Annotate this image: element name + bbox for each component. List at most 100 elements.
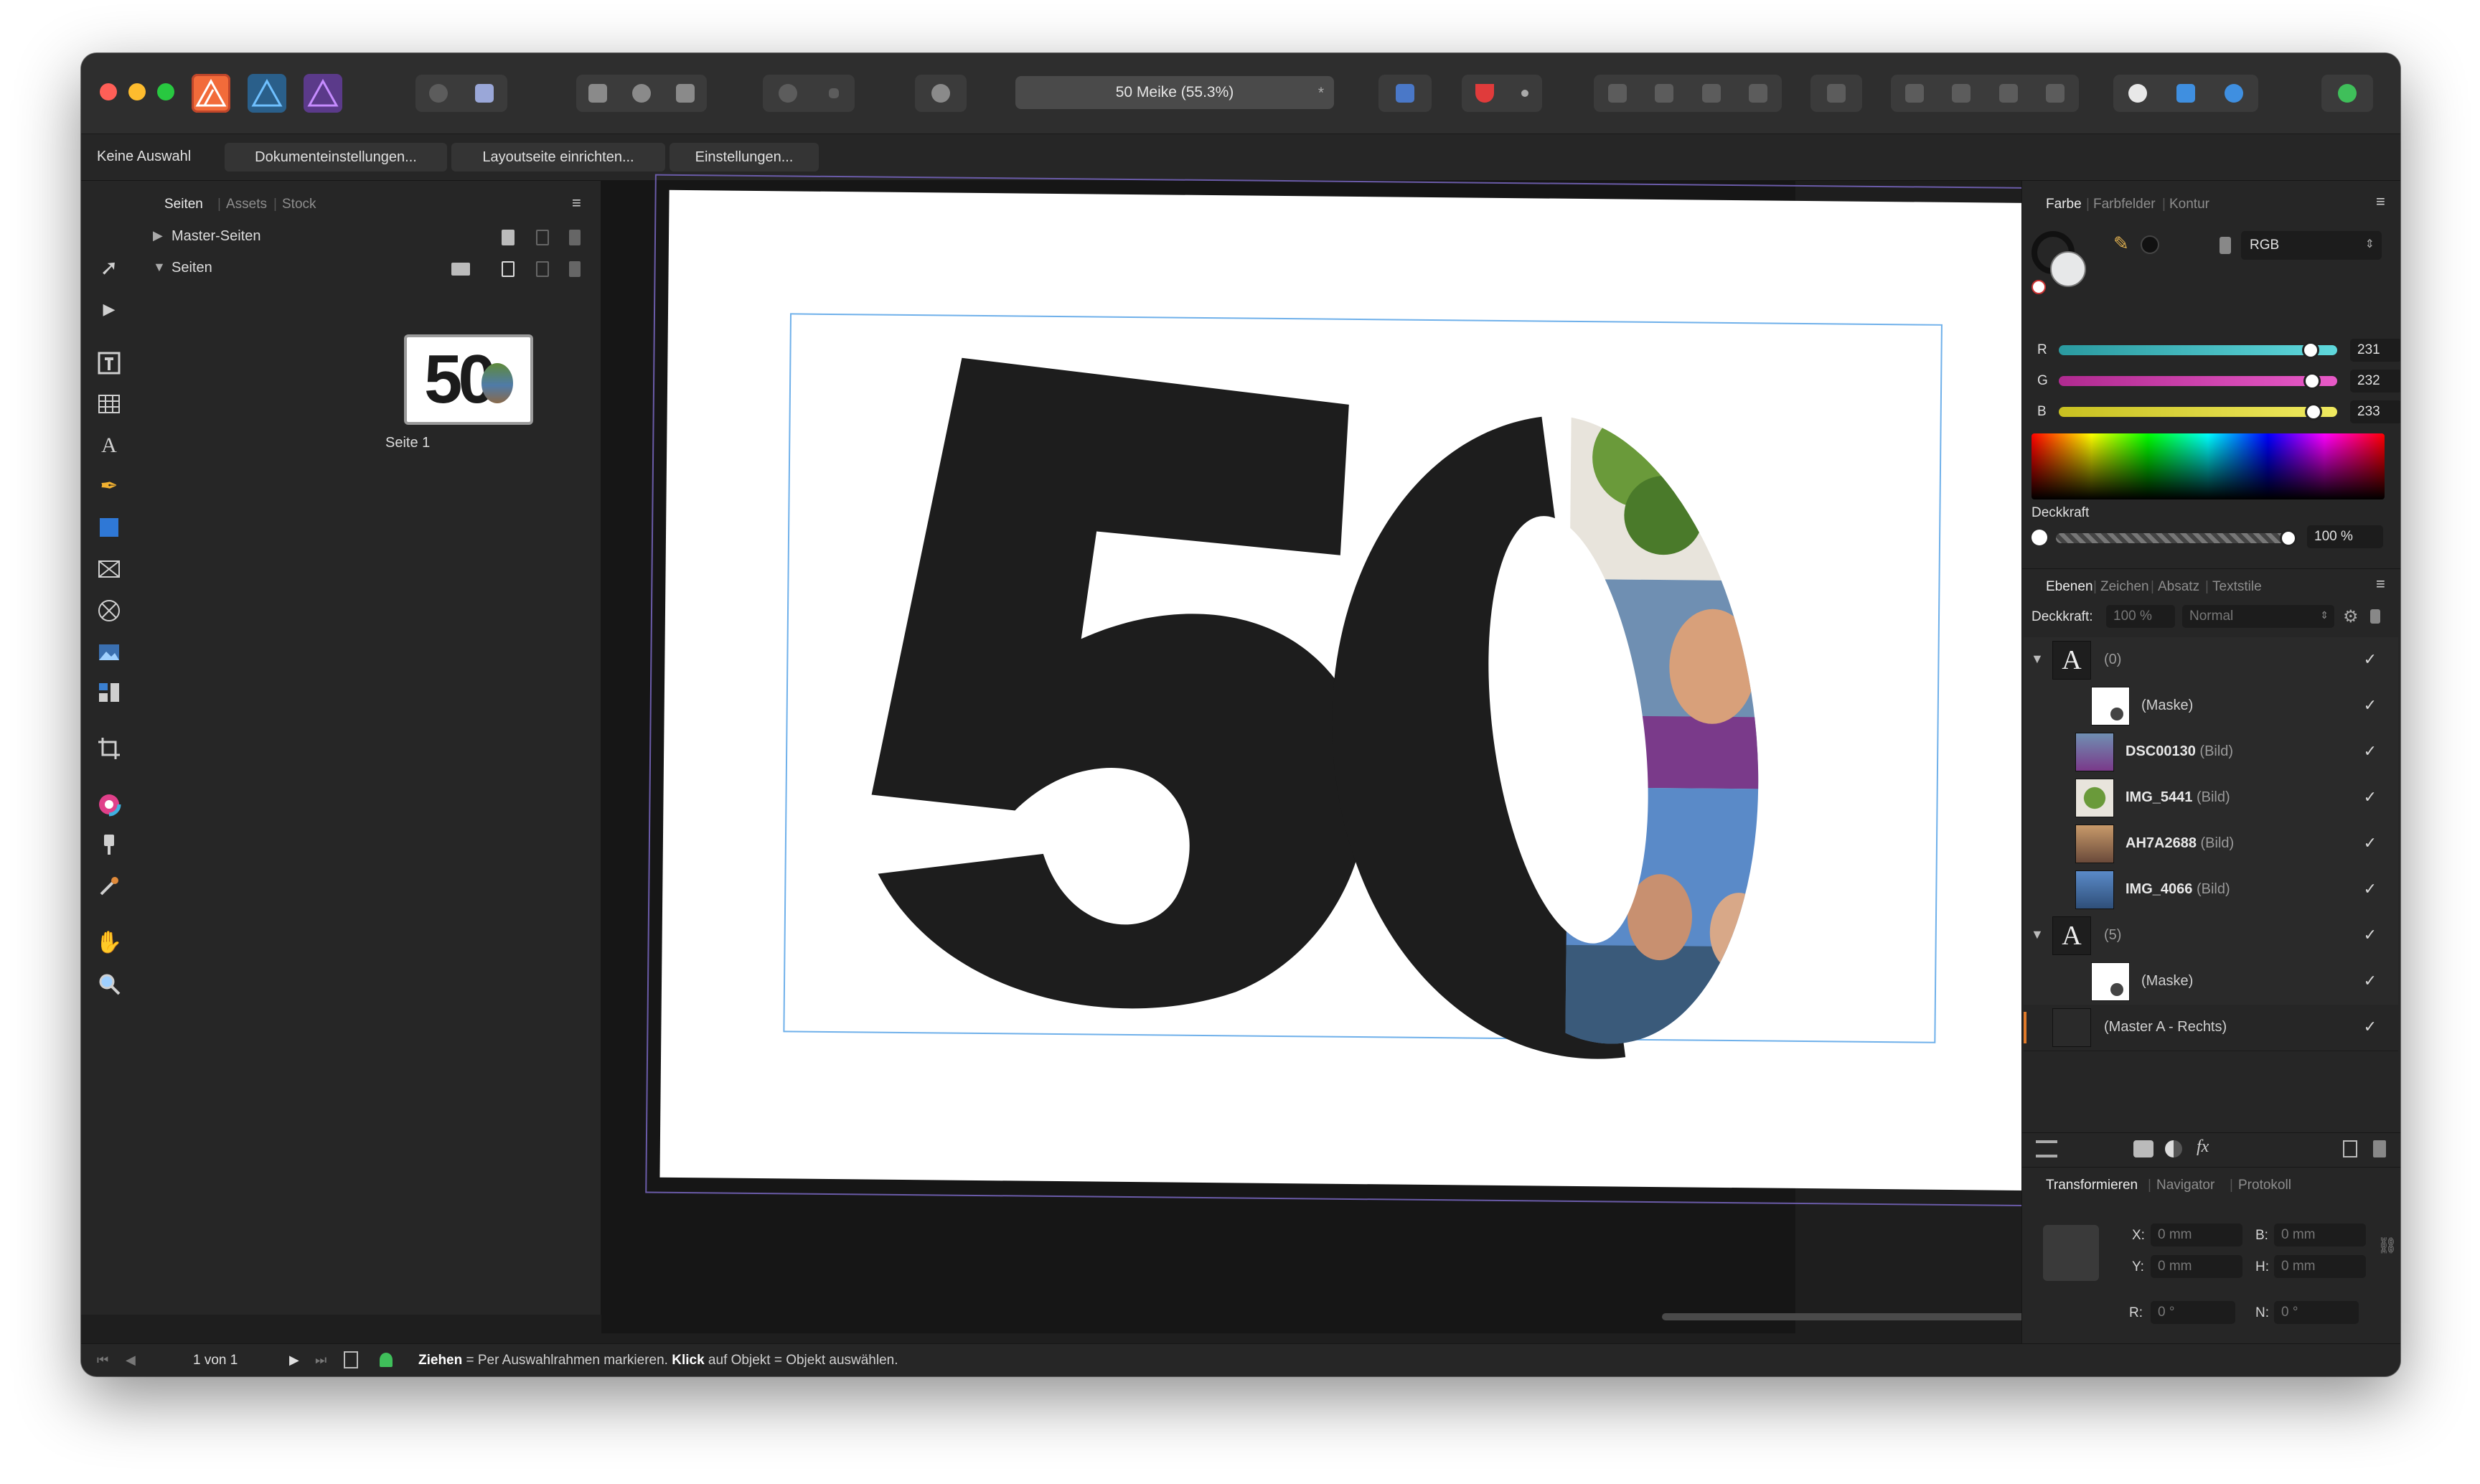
visibility-checkbox[interactable]: ✓	[2364, 972, 2377, 990]
collapse-triangle-icon[interactable]: ▼	[153, 260, 166, 275]
blue-channel-slider[interactable]	[2059, 403, 2337, 421]
document-canvas[interactable]: 50	[601, 174, 2335, 1333]
align-button[interactable]	[1810, 75, 1862, 112]
share-tools-group[interactable]	[415, 75, 507, 112]
visibility-checkbox[interactable]: ✓	[2364, 834, 2377, 853]
link-icon[interactable]: ⛓	[2377, 1236, 2397, 1255]
adjustment-icon[interactable]	[2165, 1140, 2182, 1157]
collapse-triangle-icon[interactable]: ▼	[2031, 652, 2044, 667]
text-frame-tool-icon[interactable]	[94, 348, 124, 378]
photo-persona-icon[interactable]	[248, 74, 286, 113]
duplicate-page-icon[interactable]	[536, 261, 549, 277]
layer-row[interactable]: DSC00130 (Bild) ✓	[2024, 729, 2398, 776]
place-image-tool-icon[interactable]	[94, 637, 124, 667]
pin-tools-group[interactable]	[763, 75, 855, 112]
text-frame-button[interactable]	[1378, 75, 1432, 112]
tab-swatches[interactable]: Farbfelder	[2093, 197, 2156, 212]
document-page[interactable]: 50	[659, 189, 2052, 1191]
tab-navigator[interactable]: Navigator	[2156, 1178, 2214, 1193]
preflight-button[interactable]	[915, 75, 967, 112]
layer-row[interactable]: (Maske) ✓	[2024, 959, 2398, 1005]
anchor-point-selector[interactable]	[2043, 1225, 2099, 1281]
move-tool-icon[interactable]: ➚	[94, 253, 124, 283]
slider-knob[interactable]	[2305, 403, 2322, 421]
fill-color-well[interactable]	[2050, 251, 2086, 287]
flip-rotate-group[interactable]	[1891, 75, 2079, 112]
blend-mode-select[interactable]: Normal ⇕	[2182, 605, 2334, 628]
artistic-text-tool-icon[interactable]: A	[94, 431, 124, 461]
add-layer-icon[interactable]	[2343, 1140, 2357, 1157]
tab-stock[interactable]: Stock	[282, 197, 316, 212]
expand-triangle-icon[interactable]: ▶	[153, 228, 163, 243]
blue-channel-value[interactable]: 233	[2350, 400, 2400, 423]
ellipse-frame-tool-icon[interactable]	[94, 596, 124, 626]
panel-menu-icon[interactable]: ≡	[572, 194, 581, 212]
visibility-checkbox[interactable]: ✓	[2364, 880, 2377, 898]
picked-color-swatch[interactable]	[2141, 235, 2159, 254]
trash-icon[interactable]	[2373, 1140, 2386, 1157]
panel-menu-icon[interactable]: ≡	[2376, 575, 2385, 593]
fill-tool-icon[interactable]	[94, 830, 124, 860]
y-field[interactable]: 0 mm	[2151, 1255, 2242, 1278]
first-page-icon[interactable]: ⏮	[97, 1353, 108, 1368]
eyedropper-icon[interactable]: ✎	[2113, 233, 2129, 255]
red-channel-value[interactable]: 231	[2350, 339, 2400, 362]
layer-row[interactable]: (Maske) ✓	[2024, 683, 2398, 730]
panel-menu-icon[interactable]: ≡	[2376, 192, 2385, 211]
frame-text-flow-tool-icon[interactable]	[94, 677, 124, 708]
pen-tool-icon[interactable]: ✒	[94, 471, 124, 501]
visibility-checkbox[interactable]: ✓	[2364, 926, 2377, 944]
layer-row[interactable]: (Master A - Rechts) ✓	[2024, 1005, 2398, 1051]
preferences-button[interactable]: Einstellungen...	[670, 143, 819, 172]
trash-icon[interactable]	[569, 230, 581, 245]
x-field[interactable]: 0 mm	[2151, 1224, 2242, 1246]
document-title-field[interactable]: 50 Meike (55.3%) *	[1015, 76, 1334, 109]
boolean-group[interactable]	[2113, 75, 2258, 112]
tab-text-styles[interactable]: Textstile	[2212, 579, 2262, 595]
gear-icon[interactable]: ⚙	[2343, 606, 2359, 627]
eyedropper-tool-icon[interactable]	[94, 871, 124, 901]
layer-row[interactable]: IMG_4066 (Bild) ✓	[2024, 867, 2398, 914]
rotation-field[interactable]: 0 °	[2151, 1301, 2235, 1324]
layer-row[interactable]: IMG_5441 (Bild) ✓	[2024, 775, 2398, 822]
layer-opacity-field[interactable]: 100 %	[2106, 605, 2175, 628]
layers-stack-icon[interactable]	[2036, 1140, 2057, 1157]
duplicate-page-icon[interactable]	[536, 230, 549, 245]
previous-page-icon[interactable]: ◀	[126, 1353, 136, 1368]
lock-icon[interactable]	[2370, 609, 2380, 624]
green-channel-slider[interactable]	[2059, 372, 2337, 390]
width-field[interactable]: 0 mm	[2274, 1224, 2366, 1246]
no-color-icon[interactable]	[2032, 280, 2046, 294]
visibility-checkbox[interactable]: ✓	[2364, 696, 2377, 715]
opacity-slider[interactable]	[2056, 530, 2297, 547]
tab-assets[interactable]: Assets	[226, 197, 267, 212]
rectangle-tool-icon[interactable]	[94, 512, 124, 543]
slider-knob[interactable]	[2280, 530, 2297, 547]
mask-layer-icon[interactable]	[2133, 1140, 2153, 1157]
master-pages-row[interactable]: ▶ Master-Seiten	[138, 221, 601, 253]
red-channel-slider[interactable]	[2059, 342, 2337, 359]
close-window-button[interactable]	[100, 83, 117, 100]
slider-knob[interactable]	[2303, 372, 2321, 390]
picture-frame-tool-icon[interactable]	[94, 554, 124, 584]
document-setup-button[interactable]: Dokumenteinstellungen...	[225, 143, 447, 172]
tab-character[interactable]: Zeichen	[2100, 579, 2149, 595]
crop-tool-icon[interactable]	[94, 733, 124, 764]
artwork-50[interactable]: 50	[833, 292, 1845, 1091]
layer-row[interactable]: ▼ A (5) ✓	[2024, 913, 2398, 959]
page-view-icon[interactable]	[344, 1351, 358, 1368]
zoom-window-button[interactable]	[157, 83, 174, 100]
add-master-icon[interactable]	[502, 230, 515, 245]
zoom-tool-icon[interactable]	[94, 969, 124, 999]
arrange-group[interactable]	[1594, 75, 1782, 112]
fx-icon[interactable]: fx	[2197, 1137, 2209, 1157]
opacity-value[interactable]: 100 %	[2307, 525, 2383, 548]
next-page-icon[interactable]: ▶	[289, 1353, 299, 1368]
table-tool-icon[interactable]	[94, 389, 124, 419]
visibility-checkbox[interactable]: ✓	[2364, 1018, 2377, 1036]
trash-icon[interactable]	[569, 261, 581, 277]
layer-row[interactable]: AH7A2688 (Bild) ✓	[2024, 821, 2398, 868]
slider-knob[interactable]	[2302, 342, 2319, 359]
pages-row[interactable]: ▼ Seiten	[138, 253, 601, 284]
view-mode-group[interactable]	[576, 75, 707, 112]
